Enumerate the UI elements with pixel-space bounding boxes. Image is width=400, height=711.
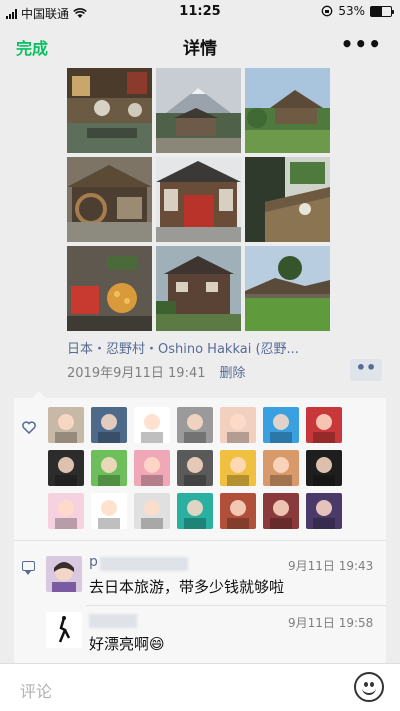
like-avatar[interactable] (263, 407, 299, 443)
comment-time: 9月11日 19:43 (288, 559, 374, 573)
comment-input-bar: 评论 (0, 663, 400, 711)
like-avatar[interactable] (91, 407, 127, 443)
battery-icon (370, 5, 394, 17)
photo-5[interactable] (156, 157, 241, 242)
like-avatar[interactable] (177, 493, 213, 529)
comment-avatar[interactable] (46, 556, 82, 592)
like-avatar[interactable] (306, 493, 342, 529)
heart-icon (22, 421, 36, 434)
location-link[interactable]: 日本・忍野村・Oshino Hakkai (忍野... (67, 338, 367, 357)
photo-2[interactable] (156, 68, 241, 153)
photo-7[interactable] (67, 246, 152, 331)
comment-text: 好漂亮啊😄 (89, 635, 165, 653)
more-options-button[interactable]: ••• (341, 32, 382, 56)
photo-6[interactable] (245, 157, 330, 242)
like-avatar[interactable] (263, 493, 299, 529)
comment-time: 9月11日 19:58 (288, 616, 374, 630)
like-avatar[interactable] (48, 493, 84, 529)
photo-9[interactable] (245, 246, 330, 331)
like-avatar[interactable] (48, 407, 84, 443)
like-avatar[interactable] (91, 493, 127, 529)
battery-percent: 53% (338, 4, 365, 18)
status-bar: 中国联通 11:25 53% (0, 0, 400, 24)
comment-divider (86, 605, 386, 606)
comment-input[interactable]: 评论 (20, 678, 52, 702)
photo-4[interactable] (67, 157, 152, 242)
like-avatar[interactable] (220, 407, 256, 443)
like-avatar[interactable] (91, 450, 127, 486)
like-avatar[interactable] (306, 450, 342, 486)
photo-3[interactable] (245, 68, 330, 153)
like-avatar[interactable] (134, 493, 170, 529)
like-avatar[interactable] (177, 407, 213, 443)
post-timestamp: 2019年9月11日 19:41 (67, 366, 206, 381)
like-avatar[interactable] (306, 407, 342, 443)
rotation-lock-icon (321, 5, 333, 17)
comment-avatar[interactable] (46, 612, 82, 648)
like-avatar[interactable] (220, 450, 256, 486)
emoji-icon[interactable] (354, 672, 384, 702)
nav-bar: 完成 详情 ••• (0, 24, 400, 68)
post-meta: 2019年9月11日 19:41 删除 (67, 362, 246, 381)
redacted-name (100, 557, 188, 571)
like-avatar[interactable] (48, 450, 84, 486)
redacted-name (89, 614, 137, 628)
like-avatar[interactable] (177, 450, 213, 486)
like-avatar[interactable] (220, 493, 256, 529)
photo-8[interactable] (156, 246, 241, 331)
photo-1[interactable] (67, 68, 152, 153)
comment-author[interactable]: p (89, 554, 98, 570)
like-avatar[interactable] (134, 450, 170, 486)
comment-text: 去日本旅游，带多少钱就够啦 (89, 578, 285, 596)
comment-like-menu-button[interactable]: •• (350, 359, 382, 381)
likes-divider (14, 540, 386, 541)
comment-icon (22, 561, 35, 575)
like-avatar[interactable] (134, 407, 170, 443)
like-avatar[interactable] (263, 450, 299, 486)
delete-button[interactable]: 删除 (220, 366, 246, 381)
